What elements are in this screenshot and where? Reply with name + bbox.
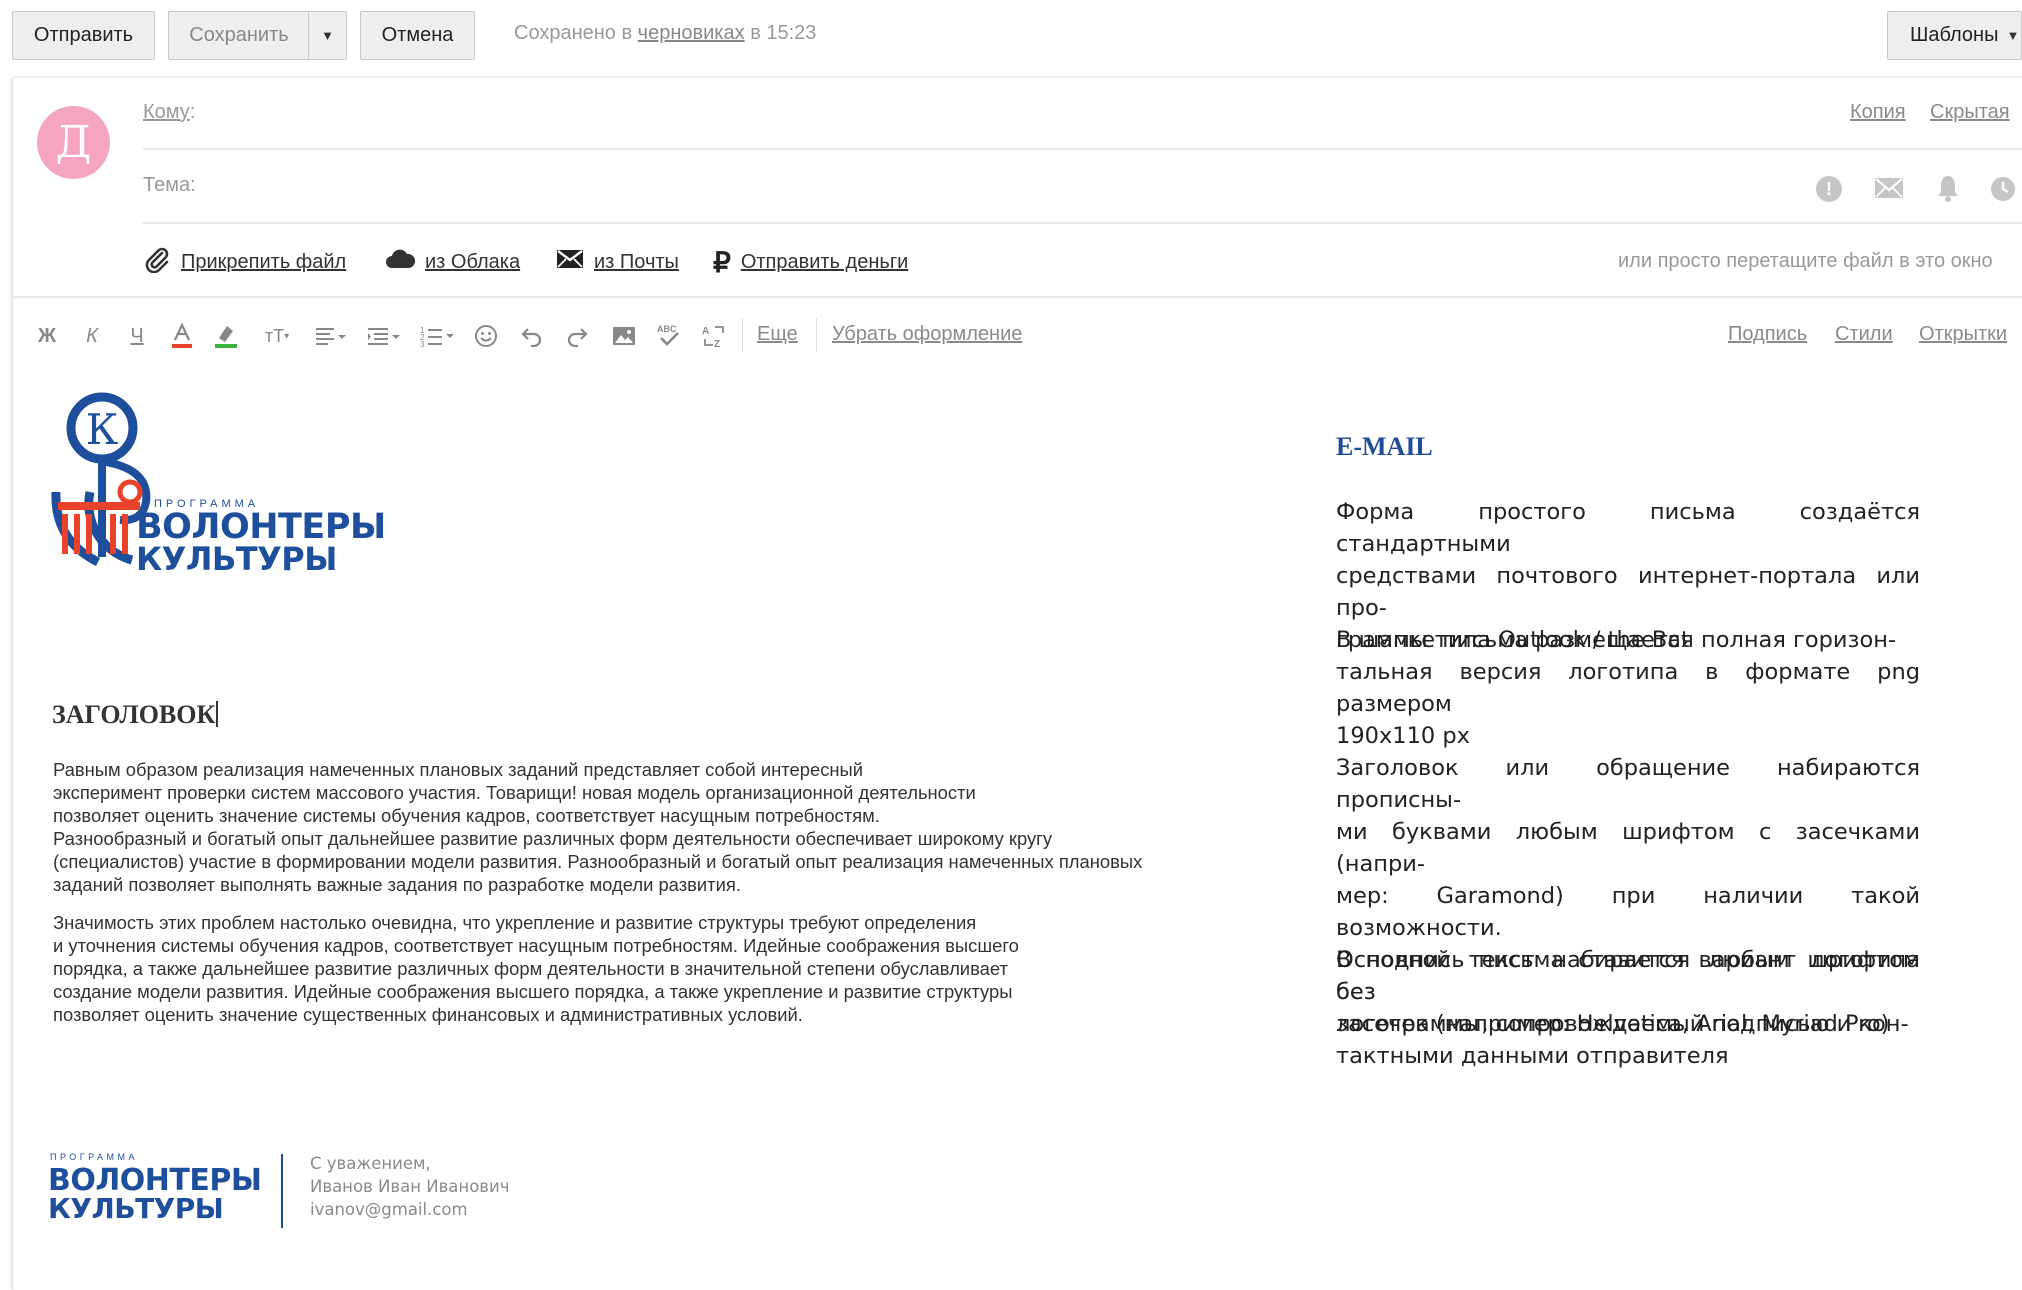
drafts-link[interactable]: черновиках [638,22,745,44]
translate-icon[interactable]: AZ [700,320,728,352]
bold-button[interactable]: Ж [34,320,60,352]
to-link[interactable]: Кому [143,101,190,123]
attach-file-link[interactable]: Прикрепить файл [143,246,346,278]
save-options-dropdown[interactable]: ▼ [308,11,347,60]
spellcheck-icon[interactable]: ABC [655,320,683,352]
signature-email: ivanov@gmail.com [310,1200,468,1219]
letter-heading: ЗАГОЛОВОК [52,700,218,730]
underline-button[interactable]: Ч [124,320,150,352]
indent-icon[interactable] [364,320,402,352]
toolbar-separator [742,318,743,352]
to-label[interactable]: Кому: [143,101,195,124]
text-cursor [216,701,218,727]
send-money-link[interactable]: ₽ Отправить деньги [713,246,908,278]
save-status: Сохранено в черновиках в 15:23 [514,22,816,45]
signature-logo-line2: КУЛЬТУРЫ [48,1192,224,1225]
letter-paragraph: Равным образом реализация намеченных пла… [53,759,1143,895]
letter-paragraph: Значимость этих проблем настолько очевид… [53,912,1019,1025]
divider [12,296,2022,298]
envelope-icon [556,248,584,276]
font-size-icon[interactable]: тТ ▾ [260,320,294,352]
align-icon[interactable] [312,320,348,352]
italic-button[interactable]: К [79,320,105,352]
svg-text:Z: Z [714,339,720,349]
save-status-prefix: Сохранено в [514,22,633,44]
templates-button[interactable]: Шаблоны ▼ [1887,11,2022,60]
subject-input[interactable] [210,168,1800,202]
signature-name: Иванов Иван Иванович [310,1177,510,1196]
guide-paragraph: В подпись письма ставится вариант логоти… [1336,947,1920,1069]
paperclip-icon [143,245,171,279]
letter-heading-text: ЗАГОЛОВОК [52,700,216,729]
clock-icon[interactable] [1990,176,2016,207]
save-status-time: в 15:23 [750,22,817,44]
redo-icon[interactable] [563,320,591,352]
list-icon[interactable]: 123 [418,320,456,352]
send-money-label: Отправить деньги [740,250,909,273]
guide-title: E-MAIL [1336,432,1433,461]
importance-icon[interactable]: ! [1816,176,1842,202]
templates-label: Шаблоны [1910,24,1999,46]
from-mail-link[interactable]: из Почты [556,246,679,278]
to-input[interactable] [210,96,1830,130]
send-button[interactable]: Отправить [12,11,155,60]
attach-file-label: Прикрепить файл [181,250,347,273]
header-logo: К ПРОГРАММА ВОЛОНТЕРЫ КУЛЬТУРЫ [50,392,386,578]
chevron-down-icon: ▼ [321,28,334,43]
background-color-icon[interactable] [212,320,240,352]
drag-hint: или просто перетащите файл в это окно [1618,250,1993,272]
ruble-icon: ₽ [713,246,731,278]
bell-icon[interactable] [1936,174,1960,207]
logo-monogram: К [86,405,119,454]
text-color-icon[interactable] [168,320,196,352]
more-link[interactable]: Еще [757,323,798,346]
signature-link[interactable]: Подпись [1728,323,1807,346]
svg-text:3: 3 [420,340,425,347]
chevron-down-icon: ▼ [2006,28,2020,43]
toolbar-separator [816,318,817,352]
image-icon[interactable] [610,320,638,352]
from-cloud-link[interactable]: из Облака [385,246,520,278]
svg-text:ABC: ABC [657,324,677,334]
cloud-icon [385,248,416,276]
emoji-icon[interactable] [472,320,500,352]
divider [143,222,2022,224]
signature-logo-top: ПРОГРАММА [50,1152,139,1162]
envelope-icon[interactable] [1874,176,1904,205]
signature-divider [281,1154,283,1228]
styles-link[interactable]: Стили [1835,323,1893,346]
cards-link[interactable]: Открытки [1919,323,2007,346]
cc-link[interactable]: Копия [1850,101,1906,124]
save-button[interactable]: Сохранить [168,11,309,60]
bcc-link[interactable]: Скрытая [1930,101,2010,124]
clear-format-link[interactable]: Убрать оформление [832,323,1022,346]
guide-paragraph: В шапке письма размещается полная горизо… [1336,627,1920,749]
svg-text:A: A [702,326,709,337]
undo-icon[interactable] [518,320,546,352]
logo-line2: КУЛЬТУРЫ [136,540,337,578]
avatar: Д [37,106,110,179]
divider [143,148,2022,150]
subject-label: Тема: [143,174,196,196]
signature-block: ПРОГРАММА ВОЛОНТЕРЫ КУЛЬТУРЫ С уважением… [48,1152,528,1232]
avatar-letter: Д [55,117,92,168]
from-mail-label: из Почты [594,250,679,273]
from-cloud-label: из Облака [425,250,521,273]
cancel-button[interactable]: Отмена [360,11,475,60]
to-colon: : [189,101,196,123]
signature-regards: С уважением, [310,1154,431,1173]
